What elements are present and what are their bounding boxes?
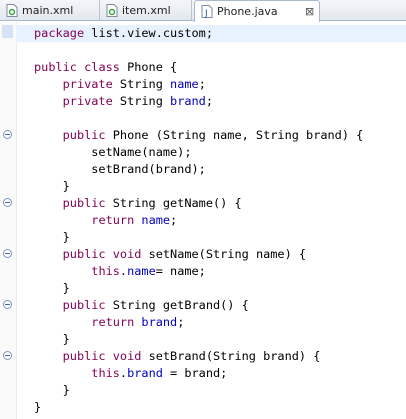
code-token: private <box>62 94 113 108</box>
fold-collapse-icon[interactable] <box>3 198 12 207</box>
code-token: = name; <box>155 264 206 278</box>
code-token: Phone { <box>119 60 178 74</box>
code-line: this.brand = brand; <box>34 365 227 382</box>
code-token: public <box>62 247 106 261</box>
code-line: public class Phone { <box>34 59 177 76</box>
code-token: } <box>34 332 70 346</box>
java-file-icon: J <box>201 5 213 18</box>
fold-collapse-icon[interactable] <box>3 130 12 139</box>
code-token: public <box>62 349 106 363</box>
code-token: return <box>91 213 135 227</box>
code-line: return brand; <box>34 314 184 331</box>
code-token: brand <box>141 315 178 329</box>
code-token: ; <box>170 213 178 227</box>
code-token: ; <box>205 94 214 108</box>
code-line: public Phone (String name, String brand)… <box>34 127 364 144</box>
code-token: setName(name); <box>34 145 192 159</box>
code-token: void <box>112 349 142 363</box>
code-token: } <box>34 383 70 397</box>
code-line: setBrand(brand); <box>34 161 206 178</box>
editor-tab-bar: main.xml item.xml J Phone.java ⊠ <box>0 0 406 22</box>
editor-ruler <box>0 22 17 419</box>
code-token: } <box>34 400 42 414</box>
code-token: setBrand(String brand) { <box>141 349 321 363</box>
code-token: ; <box>177 315 185 329</box>
code-line: public void setBrand(String brand) { <box>34 348 321 365</box>
code-token: setName(String name) { <box>141 247 307 261</box>
code-token: brand <box>170 94 206 108</box>
code-token: } <box>34 179 70 193</box>
code-token: package <box>34 26 85 40</box>
current-line-marker-icon <box>2 25 13 38</box>
code-line: package list.view.custom; <box>16 25 406 42</box>
code-token: public <box>62 196 106 210</box>
code-line: } <box>34 178 70 195</box>
code-line: } <box>34 399 41 416</box>
code-line: public String getName() { <box>34 195 242 212</box>
code-line: setName(name); <box>34 144 192 161</box>
code-token: private <box>62 77 113 91</box>
code-line: } <box>34 382 70 399</box>
code-token: this <box>91 366 120 380</box>
close-tab-icon[interactable]: ⊠ <box>305 1 314 22</box>
code-line: private String brand; <box>34 93 213 110</box>
code-line: return name; <box>34 212 177 229</box>
tab-label: item.xml <box>122 4 171 17</box>
code-token: Phone (String name, String brand) { <box>105 128 364 142</box>
code-token: name <box>127 264 156 278</box>
code-token: name <box>141 213 171 227</box>
code-line: } <box>34 229 70 246</box>
code-token: brand <box>127 366 163 380</box>
code-line: this.name= name; <box>34 263 206 280</box>
code-token: setBrand(brand); <box>34 162 206 176</box>
tab-main-xml[interactable]: main.xml <box>0 0 100 21</box>
fold-collapse-icon[interactable] <box>3 249 12 258</box>
code-token: void <box>112 247 142 261</box>
code-token: return <box>91 315 135 329</box>
code-line: private String name; <box>34 76 206 93</box>
code-token: = brand; <box>162 366 228 380</box>
code-token: name <box>170 77 199 91</box>
code-token: public <box>62 128 106 142</box>
code-token: String <box>112 94 171 108</box>
fold-collapse-icon[interactable] <box>3 300 12 309</box>
code-line: public void setName(String name) { <box>34 246 306 263</box>
code-token: this <box>91 264 120 278</box>
code-token: class <box>84 60 120 74</box>
xml-file-icon <box>6 4 18 17</box>
svg-text:J: J <box>204 9 208 18</box>
code-token: public <box>34 60 77 74</box>
xml-file-icon <box>106 4 118 17</box>
code-token: ; <box>198 77 206 91</box>
tab-phone-java[interactable]: J Phone.java ⊠ <box>194 0 320 22</box>
code-token: } <box>34 281 70 295</box>
code-line: } <box>34 331 70 348</box>
code-token: public <box>62 298 106 312</box>
code-token: String getName() { <box>105 196 242 210</box>
tab-label: Phone.java <box>217 5 278 18</box>
code-line: public String getBrand() { <box>34 297 249 314</box>
tab-label: main.xml <box>22 4 74 17</box>
fold-collapse-icon[interactable] <box>3 351 12 360</box>
code-token: String getBrand() { <box>105 298 249 312</box>
tab-item-xml[interactable]: item.xml <box>100 0 192 21</box>
code-line: } <box>34 280 70 297</box>
code-token: String <box>112 77 171 91</box>
code-editor[interactable]: package list.view.custom; public class Ph… <box>0 22 406 419</box>
code-token: } <box>34 230 70 244</box>
code-token: list.view.custom; <box>84 26 213 40</box>
